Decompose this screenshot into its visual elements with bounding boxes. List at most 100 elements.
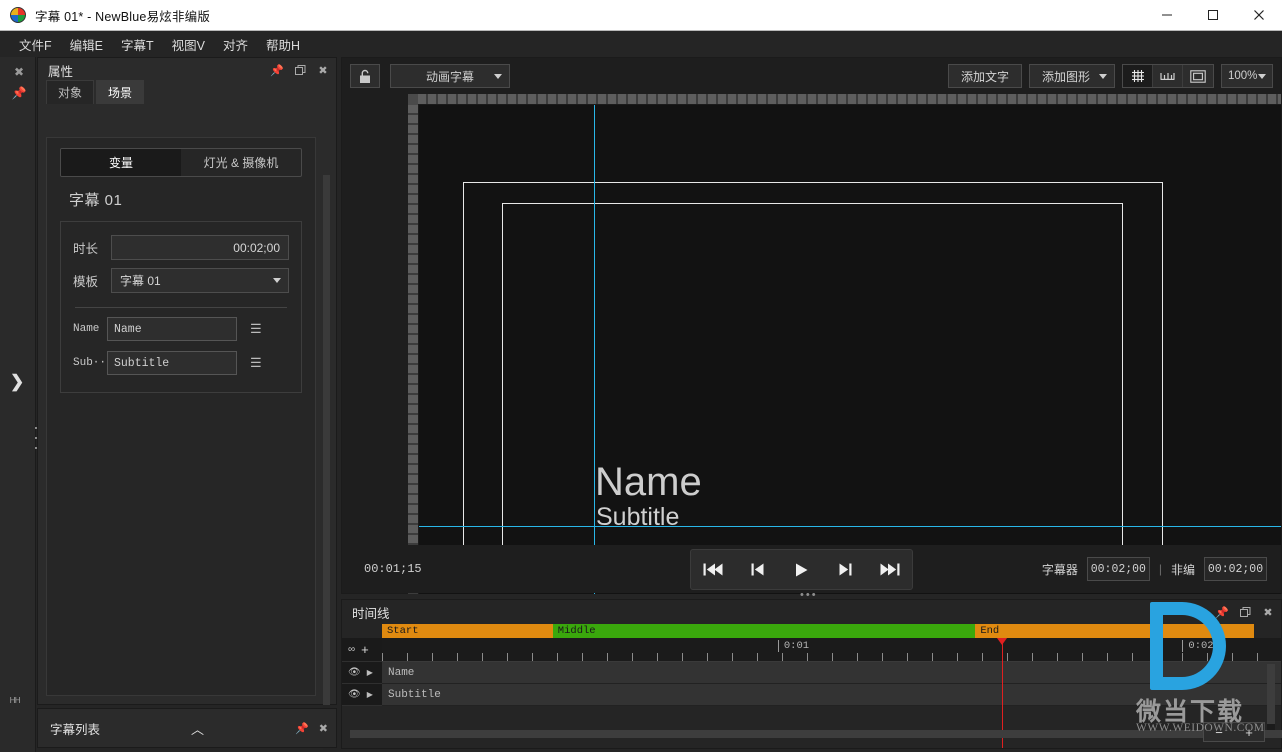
close-icon[interactable]: ✖ xyxy=(1261,605,1275,619)
menu-item-edit[interactable]: 编辑E xyxy=(61,32,112,57)
vertical-guide[interactable] xyxy=(594,105,595,594)
template-value: 字幕 01 xyxy=(120,274,161,288)
tab-scene[interactable]: 场景 xyxy=(96,80,145,104)
card-divider xyxy=(75,307,287,308)
plus-icon[interactable]: + xyxy=(361,642,369,657)
menu-item-align[interactable]: 对齐 xyxy=(214,32,257,57)
pin-icon[interactable]: 📌 xyxy=(1215,605,1229,619)
timeline-horizontal-scrollbar[interactable] xyxy=(350,730,1282,738)
menu-bar: 文件F 编辑E 字幕T 视图V 对齐 帮助H xyxy=(0,31,1282,57)
step-forward-icon[interactable] xyxy=(829,555,863,585)
lock-open-icon[interactable] xyxy=(350,64,380,88)
skip-end-icon[interactable] xyxy=(873,555,907,585)
variable-label: Name xyxy=(73,323,100,335)
properties-body: 变量 灯光 & 摄像机 字幕 01 时长 00:02;00 模板 字幕 01 N… xyxy=(46,137,316,696)
timeline-ruler[interactable]: 0:01 0:02 xyxy=(382,638,1281,662)
timeline-title: 时间线 xyxy=(352,606,390,621)
zoom-select[interactable]: 100% xyxy=(1221,64,1273,88)
variable-row-name: Name Name ☰ xyxy=(61,312,301,346)
caret-right-icon[interactable]: ▶ xyxy=(367,690,373,699)
pin-icon[interactable]: 📌 xyxy=(11,85,27,101)
segment-end[interactable]: End xyxy=(975,624,1255,638)
duration-row: 时长 00:02;00 xyxy=(61,231,301,264)
properties-header: 属性 📌 ✖ xyxy=(38,58,336,82)
vertical-ruler[interactable] xyxy=(408,105,419,594)
equals-icon[interactable]: ☰ xyxy=(250,321,262,337)
maximize-icon[interactable] xyxy=(1190,0,1236,31)
timecode-separator: | xyxy=(1158,562,1162,576)
menu-item-view[interactable]: 视图V xyxy=(163,32,214,57)
variable-input-name[interactable]: Name xyxy=(107,317,237,341)
track-row-name[interactable]: Name xyxy=(382,662,1281,684)
template-select[interactable]: 字幕 01 xyxy=(111,268,289,293)
title-mode-value: 动画字幕 xyxy=(425,69,474,84)
title-bar: 字幕 01* - NewBlue易炫非编版 xyxy=(0,0,1282,31)
subtitle-list-panel: 字幕列表 ︿ 📌 ✖ xyxy=(37,708,337,748)
close-icon[interactable]: ✖ xyxy=(316,63,330,77)
menu-item-file[interactable]: 文件F xyxy=(10,32,61,57)
safe-area-icon[interactable] xyxy=(1183,65,1213,87)
titler-timecode[interactable]: 00:02;00 xyxy=(1086,557,1150,581)
panel-icon[interactable]: ᴴᴴ xyxy=(10,695,20,709)
current-timecode: 00:01;15 xyxy=(364,562,422,576)
window-title: 字幕 01* - NewBlue易炫非编版 xyxy=(35,9,211,24)
segment-lights-camera[interactable]: 灯光 & 摄像机 xyxy=(181,149,301,176)
equals-icon[interactable]: ☰ xyxy=(250,355,262,371)
chevron-up-icon[interactable]: ︿ xyxy=(191,719,204,738)
add-shape-button[interactable]: 添加图形 xyxy=(1028,64,1115,88)
variable-input-subtitle[interactable]: Subtitle xyxy=(107,351,237,375)
segment-start[interactable]: Start xyxy=(382,624,553,638)
properties-scrollbar[interactable] xyxy=(323,175,330,750)
chevron-down-icon xyxy=(273,278,281,283)
zoom-value: 100% xyxy=(1228,70,1258,82)
skip-start-icon[interactable] xyxy=(696,555,730,585)
duration-label: 时长 xyxy=(73,242,99,256)
play-icon[interactable] xyxy=(784,555,818,585)
caret-right-icon[interactable]: ▶ xyxy=(367,668,373,677)
step-back-icon[interactable] xyxy=(740,555,774,585)
add-text-button[interactable]: 添加文字 xyxy=(947,64,1022,88)
chevron-down-icon xyxy=(494,73,502,79)
pin-icon[interactable]: 📌 xyxy=(270,63,284,77)
nle-label: 非编 xyxy=(1170,562,1195,577)
left-rail: ✖ 📌 ❯ ᴴᴴ xyxy=(0,57,37,752)
pin-icon[interactable]: 📌 xyxy=(295,722,309,735)
transport-bar: 00:01;15 字幕器 00:02;00 | 非编 00:02;00 xyxy=(342,545,1281,593)
menu-item-help[interactable]: 帮助H xyxy=(257,32,309,57)
zoom-in-button[interactable]: + xyxy=(1234,723,1264,741)
eye-icon[interactable]: 👁 xyxy=(348,667,361,678)
scene-mode-segmented: 变量 灯光 & 摄像机 xyxy=(60,148,302,177)
track-row-subtitle[interactable]: Subtitle xyxy=(382,684,1281,706)
timeline-segments: Start Middle End xyxy=(382,624,1281,638)
segment-middle[interactable]: Middle xyxy=(552,624,976,638)
horizontal-guide[interactable] xyxy=(419,526,1281,527)
preview-panel: 动画字幕 添加文字 添加图形 100% Name Subtitle 00:01;… xyxy=(341,57,1282,594)
zoom-out-button[interactable]: − xyxy=(1204,723,1234,741)
minimize-icon[interactable] xyxy=(1144,0,1190,31)
timeline-vertical-scrollbar[interactable] xyxy=(1267,664,1275,736)
close-icon[interactable]: ✖ xyxy=(319,722,328,735)
chevron-right-icon[interactable]: ❯ xyxy=(10,372,24,392)
canvas-name-text[interactable]: Name xyxy=(595,462,702,502)
menu-item-title[interactable]: 字幕T xyxy=(112,32,163,57)
loop-icon[interactable]: ∞ xyxy=(348,644,355,655)
restore-icon[interactable] xyxy=(293,63,307,77)
chevron-down-icon xyxy=(1258,73,1266,79)
timeline-panel: 时间线 📌 ✖ ∞ + 👁 ▶ 👁 ▶ Start Middle End 0:0… xyxy=(341,599,1282,749)
nle-timecode[interactable]: 00:02;00 xyxy=(1204,557,1267,581)
tab-object[interactable]: 对象 xyxy=(46,80,95,104)
eye-icon[interactable]: 👁 xyxy=(348,689,361,700)
close-icon[interactable] xyxy=(1236,0,1282,31)
duration-input[interactable]: 00:02;00 xyxy=(111,235,289,260)
title-mode-select[interactable]: 动画字幕 xyxy=(390,64,510,88)
segment-variables[interactable]: 变量 xyxy=(61,149,181,176)
ruler-icon[interactable] xyxy=(1153,65,1183,87)
track-header-subtitle: 👁 ▶ xyxy=(342,684,382,706)
restore-icon[interactable] xyxy=(1238,605,1252,619)
grid-icon[interactable] xyxy=(1123,65,1153,87)
timeline-body: ∞ + 👁 ▶ 👁 ▶ Start Middle End 0:01 0:02 N… xyxy=(342,624,1282,748)
canvas-subtitle-text[interactable]: Subtitle xyxy=(596,505,679,530)
horizontal-ruler[interactable] xyxy=(418,94,1281,105)
canvas-viewport[interactable]: Name Subtitle xyxy=(419,105,1281,594)
close-icon[interactable]: ✖ xyxy=(11,64,27,80)
